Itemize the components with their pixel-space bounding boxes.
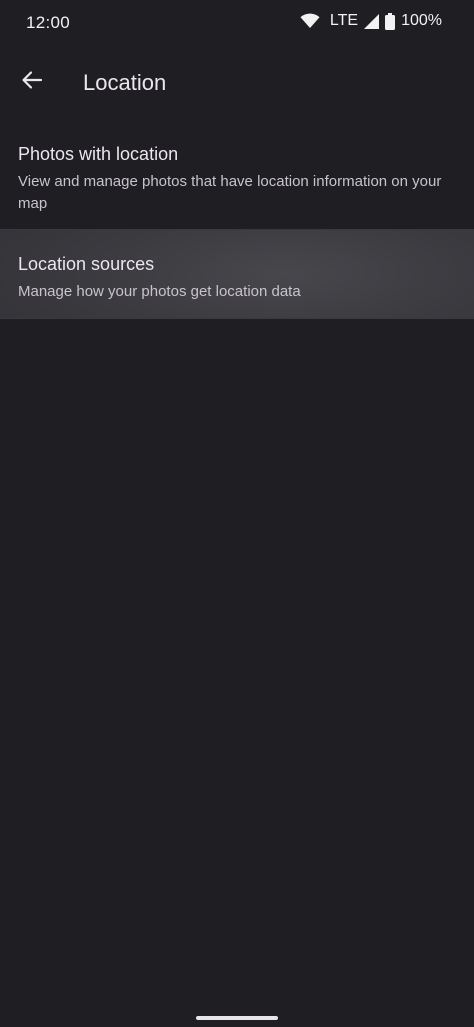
item-subtitle: Manage how your photos get location data <box>18 283 301 300</box>
status-time: 12:00 <box>26 13 71 32</box>
cell-signal-icon <box>364 13 380 29</box>
battery-level: 100% <box>401 12 442 29</box>
status-bar: 12:00 LTE 100% <box>0 0 474 46</box>
item-subtitle: View and manage photos that have locatio… <box>18 173 442 212</box>
wifi-icon <box>300 13 320 29</box>
status-icons: LTE 100% <box>300 12 442 30</box>
item-title: Photos with location <box>18 144 179 164</box>
arrow-back-icon <box>21 69 43 96</box>
list-item-location-sources[interactable]: Location sources Manage how your photos … <box>0 229 474 319</box>
settings-list: Photos with location View and manage pho… <box>0 124 474 319</box>
page-title: Location <box>83 70 167 95</box>
screen: 12:00 LTE 100% Location Photos with loca… <box>0 0 474 1027</box>
network-type: LTE <box>329 12 359 29</box>
list-item-photos-with-location[interactable]: Photos with location View and manage pho… <box>0 124 474 229</box>
item-title: Location sources <box>18 254 155 274</box>
battery-icon <box>385 12 396 30</box>
app-bar: Location <box>0 56 474 112</box>
back-button[interactable] <box>10 60 54 104</box>
gesture-navigation-bar[interactable] <box>196 1016 278 1020</box>
